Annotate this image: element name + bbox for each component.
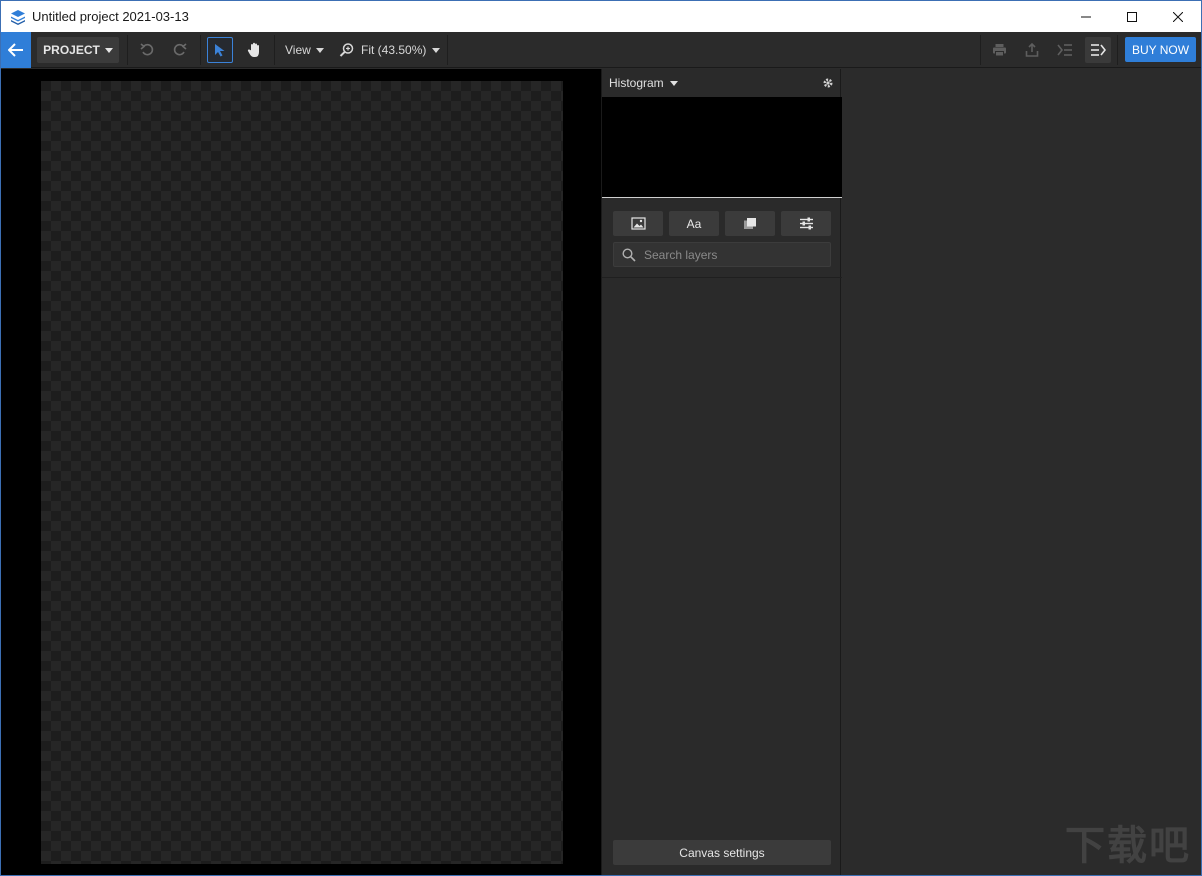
chevron-down-icon <box>669 80 678 86</box>
search-layers-input[interactable] <box>644 247 814 262</box>
histogram-display <box>602 97 842 198</box>
pan-tool-button[interactable] <box>241 37 267 63</box>
toolbar-divider <box>980 35 981 65</box>
minimize-icon <box>1081 16 1091 17</box>
zoom-icon <box>339 43 354 57</box>
adjustments-icon <box>799 217 813 230</box>
zoom-label: Fit (43.50%) <box>361 43 427 57</box>
panel-toggle-icon <box>1091 44 1106 56</box>
histogram-dropdown[interactable]: Histogram <box>609 76 678 90</box>
window-title: Untitled project 2021-03-13 <box>32 9 189 24</box>
maximize-icon <box>1127 11 1137 22</box>
zoom-dropdown[interactable]: Fit (43.50%) <box>339 37 441 63</box>
search-layers-field[interactable] <box>613 242 831 267</box>
undo-icon <box>140 43 154 56</box>
toolbar-divider <box>274 35 275 65</box>
canvas-document[interactable] <box>41 81 563 864</box>
select-tool-button[interactable] <box>207 37 233 63</box>
right-workspace: 下载吧 <box>842 69 1201 875</box>
app-window: Untitled project 2021-03-13 PROJECT View… <box>0 0 1202 876</box>
app-logo-icon <box>11 9 25 25</box>
layers-icon <box>744 218 756 229</box>
project-menu-button[interactable]: PROJECT <box>37 37 119 63</box>
toolbar-divider <box>1117 35 1118 65</box>
toolbar-divider <box>447 35 448 65</box>
back-arrow-icon <box>8 43 23 57</box>
collapse-panel-button[interactable] <box>1052 37 1078 63</box>
close-icon <box>1173 11 1183 22</box>
histogram-header: Histogram <box>602 69 842 97</box>
gear-icon[interactable] <box>822 77 834 89</box>
select-arrow-icon <box>215 44 225 57</box>
minimize-button[interactable] <box>1063 1 1109 32</box>
project-label: PROJECT <box>43 43 100 57</box>
layer-tools: Aa <box>613 211 831 236</box>
back-button[interactable] <box>1 32 31 68</box>
title-bar: Untitled project 2021-03-13 <box>1 1 1201 32</box>
maximize-button[interactable] <box>1109 1 1155 32</box>
collapse-panel-icon <box>1057 44 1072 56</box>
toolbar-divider <box>127 35 128 65</box>
close-button[interactable] <box>1155 1 1201 32</box>
canvas-viewport[interactable] <box>1 69 601 875</box>
side-panel: Histogram Aa Search layers Canvas settin… <box>601 69 842 875</box>
undo-button[interactable] <box>134 37 160 63</box>
export-button[interactable] <box>1019 37 1045 63</box>
redo-icon <box>173 43 187 56</box>
redo-button[interactable] <box>167 37 193 63</box>
layers-button[interactable] <box>725 211 775 236</box>
chevron-down-icon <box>104 47 113 53</box>
toolbar-divider <box>200 35 201 65</box>
panel-toggle-button[interactable] <box>1085 37 1111 63</box>
layers-list[interactable] <box>602 278 842 828</box>
chevron-down-icon <box>315 47 324 53</box>
view-menu-button[interactable]: View <box>285 37 324 63</box>
chevron-down-icon <box>432 47 441 53</box>
buy-now-button[interactable]: BUY NOW <box>1125 37 1196 62</box>
image-icon <box>630 217 646 230</box>
main-toolbar: PROJECT View Fit (43.50%) BUY NOW <box>1 32 1201 68</box>
window-controls <box>1063 1 1201 32</box>
hand-pan-icon <box>247 42 259 57</box>
view-label: View <box>285 43 311 57</box>
add-image-button[interactable] <box>613 211 663 236</box>
search-icon <box>622 247 636 262</box>
adjustments-button[interactable] <box>781 211 831 236</box>
watermark-logo: 下载吧 <box>1065 824 1191 868</box>
export-icon <box>1025 43 1039 57</box>
add-text-button[interactable]: Aa <box>669 211 719 236</box>
histogram-label: Histogram <box>609 76 664 90</box>
print-button[interactable] <box>986 37 1012 63</box>
print-icon <box>992 44 1006 57</box>
text-icon: Aa <box>686 216 702 231</box>
canvas-settings-button[interactable]: Canvas settings <box>613 840 831 865</box>
